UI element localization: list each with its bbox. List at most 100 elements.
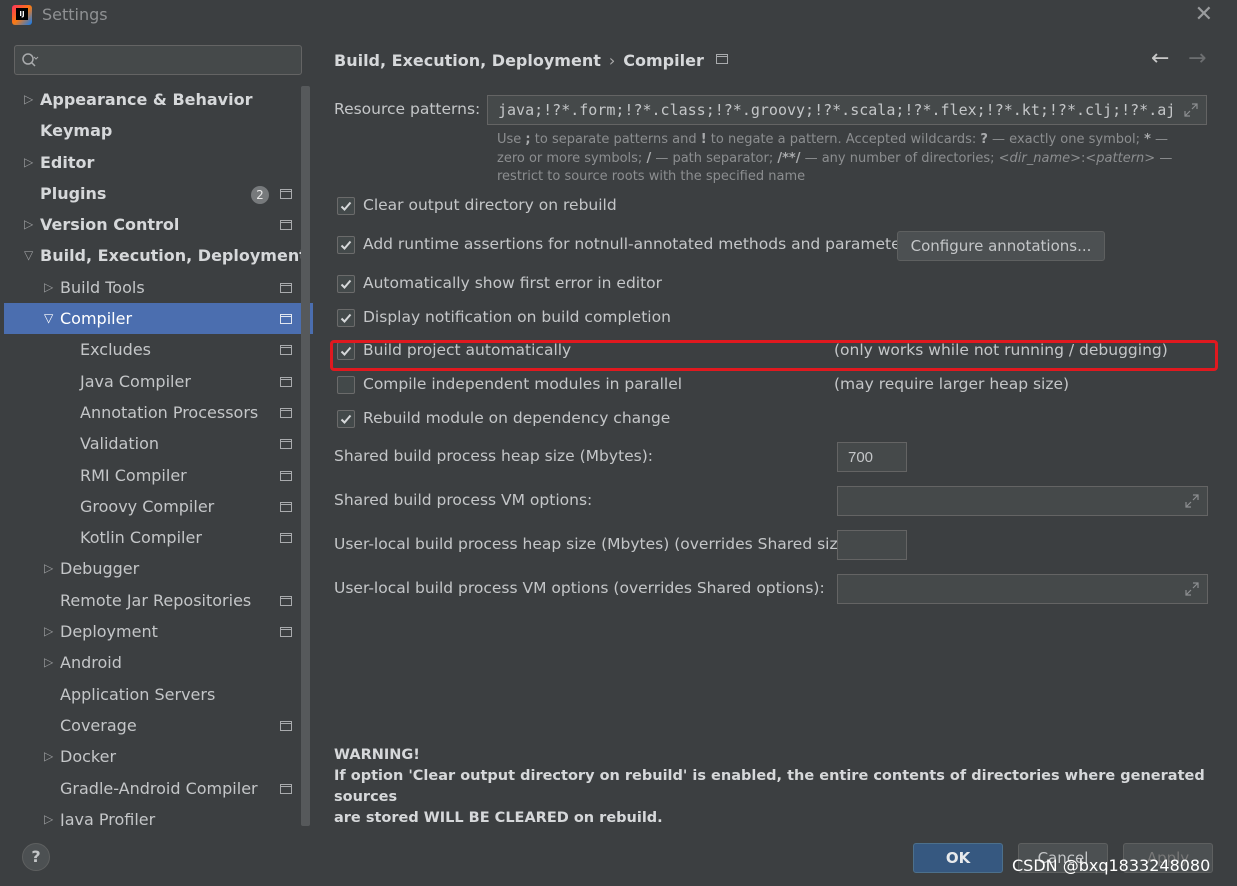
heap-size-input[interactable] <box>848 446 904 468</box>
sidebar-item-label: Application Servers <box>60 684 216 704</box>
sidebar-item-rmi-compiler[interactable]: RMI Compiler <box>4 460 299 491</box>
sidebar-item-label: Compiler <box>60 309 133 329</box>
sidebar-item-annotation-processors[interactable]: Annotation Processors <box>4 397 299 428</box>
chevron-right-icon[interactable]: ▷ <box>44 804 53 826</box>
chevron-right-icon[interactable]: ▷ <box>24 209 33 240</box>
resource-patterns-input[interactable] <box>498 99 1174 121</box>
chevron-down-icon[interactable]: ▽ <box>44 303 53 334</box>
sidebar-item-label: Appearance & Behavior <box>40 90 253 109</box>
heap-size-field[interactable] <box>837 442 907 472</box>
chevron-right-icon[interactable]: ▷ <box>44 647 53 678</box>
expand-icon[interactable] <box>1185 494 1199 508</box>
sidebar-item-application-servers[interactable]: Application Servers <box>4 679 299 710</box>
project-level-icon <box>280 533 292 544</box>
option-label[interactable]: Add runtime assertions for notnull-annot… <box>363 235 915 253</box>
sidebar-item-gradle-android-compiler[interactable]: Gradle-Android Compiler <box>4 773 299 804</box>
configure-annotations-button[interactable]: Configure annotations... <box>897 231 1105 261</box>
chevron-right-icon[interactable]: ▷ <box>44 616 53 647</box>
sidebar-item-label: Keymap <box>40 121 113 141</box>
project-level-icon <box>280 501 292 512</box>
compiler-settings-panel: Build, Execution, Deployment › Compiler ← … <box>313 30 1237 826</box>
user-heap-size-field[interactable] <box>837 530 907 560</box>
sidebar-item-deployment[interactable]: ▷ Deployment <box>4 616 299 647</box>
user-heap-size-label: User-local build process heap size (Mbyt… <box>334 535 859 553</box>
sidebar-item-appearance-behavior[interactable]: ▷ Appearance & Behavior <box>4 84 299 115</box>
checkbox-checked[interactable] <box>337 309 355 327</box>
sidebar-item-label: Validation <box>80 434 160 454</box>
project-level-icon <box>280 376 292 387</box>
expand-icon[interactable] <box>1185 582 1199 596</box>
chevron-right-icon[interactable]: ▷ <box>24 147 33 178</box>
project-level-icon <box>280 627 292 638</box>
chevron-right-icon[interactable]: ▷ <box>44 553 53 584</box>
sidebar-item-remote-jar-repositories[interactable]: Remote Jar Repositories <box>4 585 299 616</box>
ok-button[interactable]: OK <box>913 843 1003 873</box>
sidebar-item-java-profiler[interactable]: ▷ Java Profiler <box>4 804 299 826</box>
project-level-icon <box>280 439 292 450</box>
sidebar-item-docker[interactable]: ▷ Docker <box>4 741 299 772</box>
sidebar-item-label: Java Profiler <box>60 809 156 826</box>
sidebar-scrollbar[interactable] <box>301 86 310 826</box>
resource-patterns-hint: Use ; to separate patterns and ! to nega… <box>497 132 1173 184</box>
expand-icon[interactable] <box>1184 103 1198 117</box>
checkbox-checked[interactable] <box>337 410 355 428</box>
vm-options-field[interactable] <box>837 486 1208 516</box>
sidebar-item-label: Groovy Compiler <box>80 496 215 516</box>
project-level-icon <box>280 783 292 794</box>
user-heap-size-input[interactable] <box>848 534 904 556</box>
option-label[interactable]: Clear output directory on rebuild <box>363 196 617 214</box>
user-vm-options-label: User-local build process VM options (ove… <box>334 579 825 597</box>
chevron-right-icon[interactable]: ▷ <box>44 272 53 303</box>
sidebar-item-groovy-compiler[interactable]: Groovy Compiler <box>4 491 299 522</box>
vm-options-input[interactable] <box>848 490 1175 512</box>
resource-patterns-field[interactable] <box>487 95 1207 125</box>
option-label[interactable]: Rebuild module on dependency change <box>363 409 670 427</box>
sidebar-item-plugins[interactable]: Plugins 2 <box>4 178 299 209</box>
help-button[interactable]: ? <box>22 843 50 871</box>
warning-title: WARNING! <box>334 747 420 763</box>
sidebar-item-compiler[interactable]: ▽ Compiler <box>4 303 313 335</box>
project-level-icon <box>280 314 292 325</box>
user-vm-options-field[interactable] <box>837 574 1208 604</box>
checkbox-checked[interactable] <box>337 236 355 254</box>
update-count-badge: 2 <box>251 185 269 204</box>
sidebar-item-label: Deployment <box>60 622 158 642</box>
back-arrow-icon[interactable]: ← <box>1151 46 1169 71</box>
sidebar-item-label: Build Tools <box>60 277 145 297</box>
sidebar-item-java-compiler[interactable]: Java Compiler <box>4 366 299 397</box>
sidebar-item-android[interactable]: ▷ Android <box>4 647 299 678</box>
resource-patterns-label: Resource patterns: <box>334 100 481 118</box>
sidebar-item-label: Plugins <box>40 183 107 203</box>
sidebar-item-coverage[interactable]: Coverage <box>4 710 299 741</box>
settings-search[interactable] <box>14 45 302 75</box>
sidebar-item-label: Gradle-Android Compiler <box>60 778 258 798</box>
checkbox-unchecked[interactable] <box>337 376 355 394</box>
chevron-right-icon[interactable]: ▷ <box>44 741 53 772</box>
checkbox-checked[interactable] <box>337 275 355 293</box>
chevron-down-icon[interactable]: ▽ <box>24 240 33 271</box>
option-label[interactable]: Automatically show first error in editor <box>363 274 662 292</box>
sidebar-item-editor[interactable]: ▷ Editor <box>4 147 299 178</box>
sidebar-item-excludes[interactable]: Excludes <box>4 334 299 365</box>
sidebar-item-validation[interactable]: Validation <box>4 428 299 459</box>
sidebar-item-build-execution-deployment[interactable]: ▽ Build, Execution, Deployment <box>4 240 307 271</box>
sidebar-item-version-control[interactable]: ▷ Version Control <box>4 209 299 240</box>
search-input[interactable] <box>47 49 291 71</box>
breadcrumb-parent[interactable]: Build, Execution, Deployment <box>334 51 601 70</box>
option-label[interactable]: Display notification on build completion <box>363 308 671 326</box>
warning-message: WARNING! If option 'Clear output directo… <box>334 745 1237 829</box>
sidebar-item-build-tools[interactable]: ▷ Build Tools <box>4 272 299 303</box>
checkbox-checked[interactable] <box>337 197 355 215</box>
sidebar-item-keymap[interactable]: Keymap <box>4 115 299 146</box>
close-icon[interactable]: ✕ <box>1195 2 1213 27</box>
vm-options-label: Shared build process VM options: <box>334 491 593 509</box>
forward-arrow-icon[interactable]: → <box>1188 46 1206 71</box>
sidebar-item-debugger[interactable]: ▷ Debugger <box>4 553 299 584</box>
chevron-right-icon[interactable]: ▷ <box>24 84 33 115</box>
option-label[interactable]: Compile independent modules in parallel <box>363 375 682 393</box>
user-vm-options-input[interactable] <box>848 578 1175 600</box>
sidebar-item-label: Annotation Processors <box>80 402 259 422</box>
checkmark-icon <box>340 279 352 289</box>
sidebar-item-label: Version Control <box>40 215 180 235</box>
sidebar-item-kotlin-compiler[interactable]: Kotlin Compiler <box>4 522 299 553</box>
